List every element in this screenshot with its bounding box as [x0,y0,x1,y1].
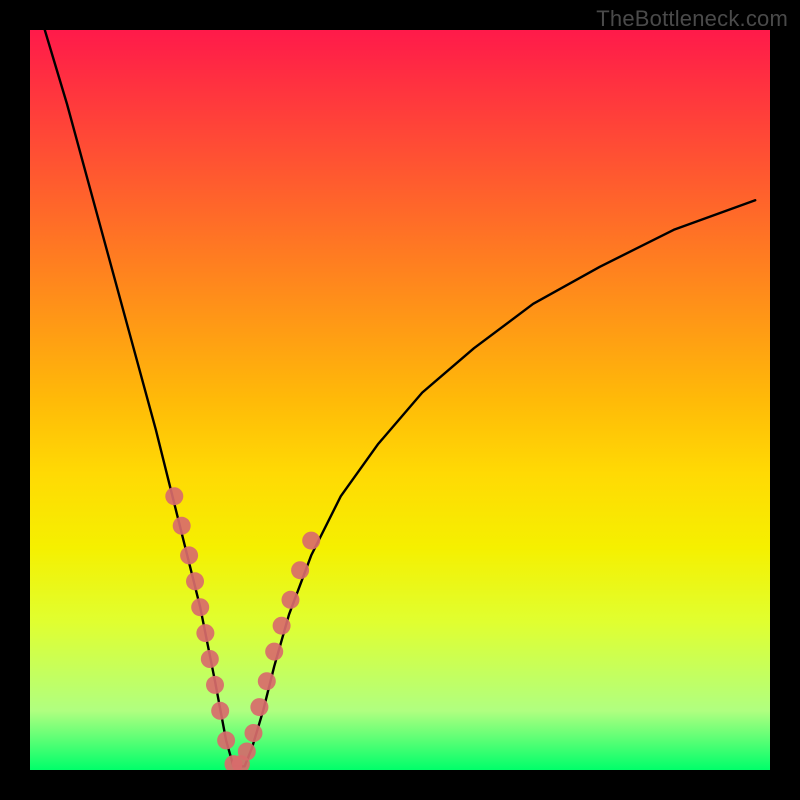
watermark-text: TheBottleneck.com [596,6,788,32]
chart-frame: TheBottleneck.com [0,0,800,800]
highlight-dot [291,561,309,579]
highlight-dot [191,598,209,616]
highlight-dot [302,532,320,550]
highlight-dot [250,698,268,716]
highlight-dot [173,517,191,535]
highlight-dot [165,487,183,505]
highlight-dot [281,591,299,609]
chart-svg [30,30,770,770]
highlight-dot [273,617,291,635]
highlight-dot [186,572,204,590]
highlight-dot [217,731,235,749]
highlight-dot [206,676,224,694]
highlight-dot [244,724,262,742]
highlight-dot [265,643,283,661]
highlight-dot [258,672,276,690]
bottleneck-curve [45,30,755,766]
highlight-dot [211,702,229,720]
plot-area [30,30,770,770]
highlight-dot [201,650,219,668]
highlight-dot [238,743,256,761]
highlight-dot [196,624,214,642]
highlight-dot [180,546,198,564]
